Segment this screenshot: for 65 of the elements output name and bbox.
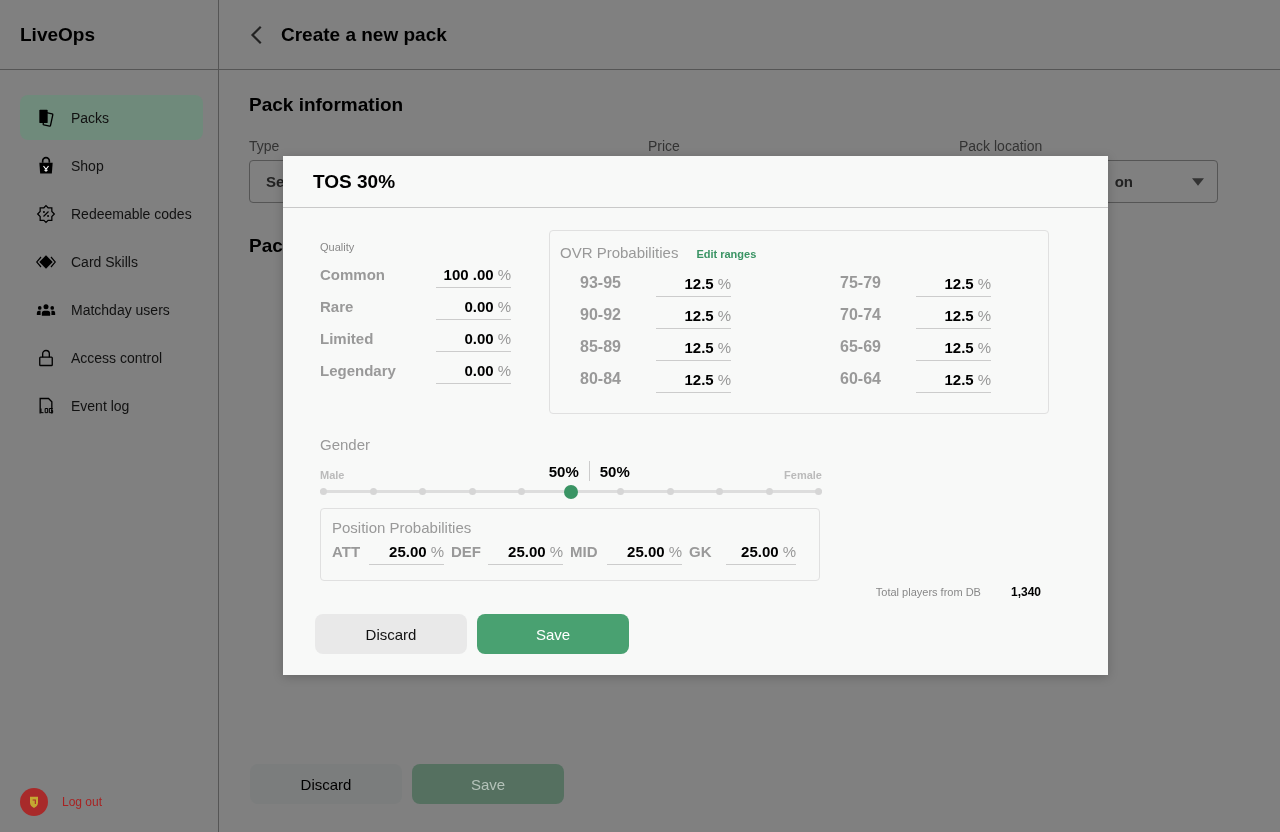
percent-field[interactable]: 12.5 % xyxy=(916,339,991,361)
field-label: Pack location xyxy=(959,138,1044,154)
range-label: 60-64 xyxy=(840,370,882,389)
male-percent: 50% xyxy=(548,462,579,480)
discount-badge-icon xyxy=(36,203,56,224)
percent-field[interactable]: 12.5 % xyxy=(916,307,991,329)
quality-name: Common xyxy=(320,266,385,285)
range-label: 80-84 xyxy=(580,370,622,389)
range-label: 65-69 xyxy=(840,338,882,357)
percent-field[interactable]: 12.5 % xyxy=(656,339,731,361)
quality-name: Rare xyxy=(320,298,354,317)
percent-field[interactable]: 0.00 % xyxy=(436,298,511,320)
sidebar-item[interactable]: Redeemable codes xyxy=(20,191,203,236)
percent-field[interactable]: 100 .00 % xyxy=(436,266,511,288)
app-logo: LiveOps xyxy=(0,0,218,70)
discard-button[interactable]: Discard xyxy=(315,614,467,654)
panel-title: Position Probabilities xyxy=(332,519,473,536)
percent-field[interactable]: 25.00 % xyxy=(726,543,796,565)
total-value: 1,340 xyxy=(1010,585,1041,599)
range-label: 85-89 xyxy=(580,338,622,357)
percent-field[interactable]: 12.5 % xyxy=(656,307,731,329)
percent-field[interactable]: 25.00 % xyxy=(488,543,563,565)
cards-icon xyxy=(36,107,56,128)
sidebar-item[interactable]: Packs xyxy=(20,95,203,140)
female-percent: 50% xyxy=(599,462,630,480)
percent-field[interactable]: 12.5 % xyxy=(916,275,991,297)
sidebar-item[interactable]: Shop xyxy=(20,143,203,188)
range-label: 75-79 xyxy=(840,274,882,293)
percent-field[interactable]: 0.00 % xyxy=(436,362,511,384)
position-label: GK xyxy=(689,543,713,562)
section-title: Pac xyxy=(249,235,283,257)
sidebar-item[interactable]: Card Skills xyxy=(20,239,203,284)
page-title: Create a new pack xyxy=(281,23,447,46)
sidebar-item[interactable]: Access control xyxy=(20,335,203,380)
percent-field[interactable]: 25.00 % xyxy=(369,543,444,565)
position-label: ATT xyxy=(332,543,362,562)
slider-thumb[interactable] xyxy=(564,484,578,499)
panel-title: OVR Probabilities xyxy=(560,244,679,261)
edit-ranges-link[interactable]: Edit ranges xyxy=(696,248,757,260)
percent-field[interactable]: 12.5 % xyxy=(916,371,991,393)
percent-field[interactable]: 12.5 % xyxy=(656,275,731,297)
slider-max-label: Female xyxy=(784,469,822,481)
discard-button[interactable]: Discard xyxy=(250,764,402,804)
range-label: 70-74 xyxy=(840,306,882,325)
sidebar-item[interactable]: Event log xyxy=(20,383,203,428)
percent-field[interactable]: 25.00 % xyxy=(607,543,682,565)
position-label: DEF xyxy=(451,543,482,562)
percent-field[interactable]: 0.00 % xyxy=(436,330,511,352)
field-label: Price xyxy=(648,138,681,154)
total-label: Total players from DB xyxy=(875,586,981,598)
position-label: MID xyxy=(570,543,599,562)
range-label: 93-95 xyxy=(580,274,622,293)
quality-label: Quality xyxy=(320,241,356,253)
gender-label: Gender xyxy=(320,436,372,453)
quality-name: Legendary xyxy=(320,362,396,381)
percent-field[interactable]: 12.5 % xyxy=(656,371,731,393)
sidebar-item[interactable]: Matchday users xyxy=(20,287,203,332)
shopping-bag-icon xyxy=(36,155,56,176)
quality-name: Limited xyxy=(320,330,374,349)
range-label: 90-92 xyxy=(580,306,622,325)
dialog-title: TOS 30% xyxy=(283,156,1108,208)
slider-min-label: Male xyxy=(320,469,345,481)
lock-icon xyxy=(36,347,56,368)
section-title: Pack information xyxy=(249,94,404,116)
field-label: Type xyxy=(249,138,281,154)
